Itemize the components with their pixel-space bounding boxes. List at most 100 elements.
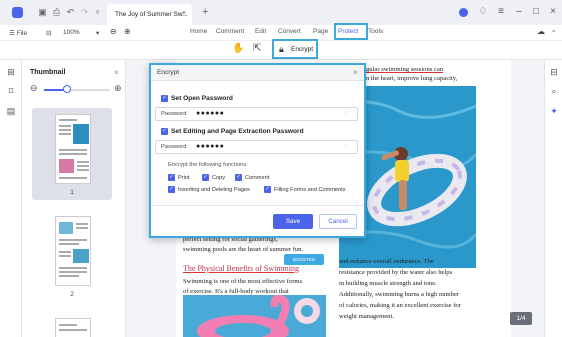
encrypt-button-label: Encrypt [291,46,314,53]
thumbnail-number-1: 1 [70,189,74,196]
file-menu[interactable]: ☰ File [9,29,27,37]
edit-password-label: Password [161,144,187,150]
dialog-divider [151,205,364,206]
save-icon[interactable]: ▣ [37,7,48,18]
zoom-dropdown-icon[interactable]: ▾ [96,29,99,37]
maximize-button[interactable]: □ [530,6,542,17]
page-text-line: and enhance overall endurance. The [339,258,434,265]
print-permission-label: Print [178,175,190,181]
open-password-label: Password [161,111,187,117]
copy-permission-label: Copy [212,175,226,181]
flamingo-float-photo [183,295,326,337]
page-counter: 1/4 [510,312,532,325]
dialog-title: Encrypt [157,69,180,76]
zoom-value[interactable]: 100% [63,29,80,36]
edit-password-checkbox[interactable]: ✓ [161,128,168,135]
open-password-checkbox[interactable]: ✓ [161,95,168,102]
select-tool-icon[interactable]: ⇱ [253,43,261,54]
comment-checkbox[interactable]: ✓ [235,174,242,181]
page-text-line: of exercise. It's a full-body workout th… [183,288,289,295]
fill-forms-checkbox[interactable]: ✓ [264,186,271,193]
cancel-button[interactable]: Cancel [319,214,357,229]
zoom-slider-handle[interactable] [63,85,72,93]
save-button[interactable]: Save [273,214,313,229]
bookmark-icon[interactable]: ⌑ [6,86,16,96]
thumb-zoom-in-icon[interactable]: ⊕ [114,83,122,94]
document-tab[interactable]: The Joy of Summer Sw... × [107,4,192,25]
edit-password-field[interactable]: Password ●●●●●● ◌ [155,140,358,154]
comment-permission-label: Comment [245,175,270,181]
show-password-icon[interactable]: ◌ [344,110,348,117]
edit-password-value: ●●●●●● [196,143,225,150]
menu-convert[interactable]: Convert [278,28,301,35]
print-icon[interactable]: ⎙ [51,7,62,18]
collapse-ribbon-icon[interactable]: ⌃ [551,29,556,37]
new-tab-button[interactable]: + [202,6,208,18]
menu-tools[interactable]: Tools [368,28,383,35]
undo-icon[interactable]: ↶ [65,7,76,18]
thumbnail-panel: Thumbnail × ⊖ ⊕ 1 2 [22,60,126,337]
menu-page[interactable]: Page [313,28,328,35]
redo-icon[interactable]: ↷ [79,7,90,18]
close-tab-icon[interactable]: × [182,10,186,17]
encrypt-dialog: Encrypt × ✓ Set Open Password Password ●… [149,63,366,238]
page-text-line: gular swimming sessions can [366,66,444,73]
comment-panel-icon[interactable]: ▤ [6,106,16,116]
page-text-line: swimming pools are the heart of summer f… [183,246,304,253]
thumbnail-title: Thumbnail [30,69,66,76]
edit-password-heading: Set Editing and Page Extraction Password [171,128,304,135]
thumbnail-close-icon[interactable]: × [114,68,119,77]
insert-delete-pages-label: Inserting and Deleting Pages [178,187,250,193]
page-text-line: Swimming is one of the most effective fo… [183,278,303,285]
menu-edit[interactable]: Edit [255,28,266,35]
page-text-line: weight management. [339,313,394,320]
functions-heading: Encrypt the following functions: [168,162,248,168]
dialog-header: Encrypt × [151,65,364,81]
thumbnail-panel-icon[interactable]: ⊞ [6,67,16,77]
copy-checkbox[interactable]: ✓ [202,174,209,181]
ai-assistant-icon[interactable]: ✦ [549,106,559,116]
menu-home[interactable]: Home [190,28,207,35]
hand-tool-icon[interactable]: ✋ [232,43,244,54]
account-icon[interactable] [459,8,468,17]
page-text-line: n the heart, improve lung capacity, [366,75,458,82]
close-window-button[interactable]: × [547,6,559,17]
search-icon[interactable]: ⌕ [549,86,559,96]
menu-icon[interactable]: ≡ [495,6,507,17]
thumbnail-image-1 [55,114,91,184]
menu-comment[interactable]: Comment [216,28,244,35]
title-bar: ▣ ⎙ ↶ ↷ ▾ The Joy of Summer Sw... × + ♢ … [0,0,562,25]
page-text-line: in building muscle strength and tone. [339,280,437,287]
insert-delete-pages-checkbox[interactable]: ✓ [168,186,175,193]
open-password-value: ●●●●●● [196,110,225,117]
open-password-field[interactable]: Password ●●●●●● ◌ [155,107,358,121]
fill-forms-label: Filling Forms and Comments [274,187,346,193]
section-heading: The Physical Benefits of Swimming [183,264,299,273]
page-text-line: resistance provided by the water also he… [339,269,453,276]
print-checkbox[interactable]: ✓ [168,174,175,181]
thumb-zoom-out-icon[interactable]: ⊖ [30,83,38,94]
thumbnail-number-2: 2 [70,291,74,298]
app-logo-icon [12,7,23,18]
history-dropdown-icon[interactable]: ▾ [92,7,103,18]
document-tab-title: The Joy of Summer Sw... [115,11,188,18]
zoom-out-icon[interactable]: ⊖ [110,27,117,36]
encrypt-button[interactable]: 🔒︎ Encrypt [272,39,318,59]
notification-icon[interactable]: ♢ [477,6,489,17]
dialog-close-icon[interactable]: × [353,68,358,77]
zoom-in-icon[interactable]: ⊕ [124,27,131,36]
thumbnail-page-2[interactable]: 2 [32,210,112,302]
thumbnail-image-3 [55,318,91,337]
thumbnail-page-1[interactable]: 1 [32,108,112,200]
left-rail: ⊞ ⌑ ▤ [0,60,22,337]
thumbnail-page-3[interactable] [32,312,112,337]
page-view-icon[interactable]: ⊟ [46,29,51,37]
properties-icon[interactable]: ⊟ [549,67,559,77]
thumbnail-zoom-slider[interactable] [44,85,110,93]
cloud-icon[interactable]: ☁ [537,27,545,36]
thumbnail-image-2 [55,216,91,286]
minimize-button[interactable]: – [513,6,525,17]
right-rail: ⊟ ⌕ ✦ [544,60,562,337]
page-text-line: of calories, making it an excellent exer… [339,302,461,309]
show-password-icon[interactable]: ◌ [344,143,348,150]
